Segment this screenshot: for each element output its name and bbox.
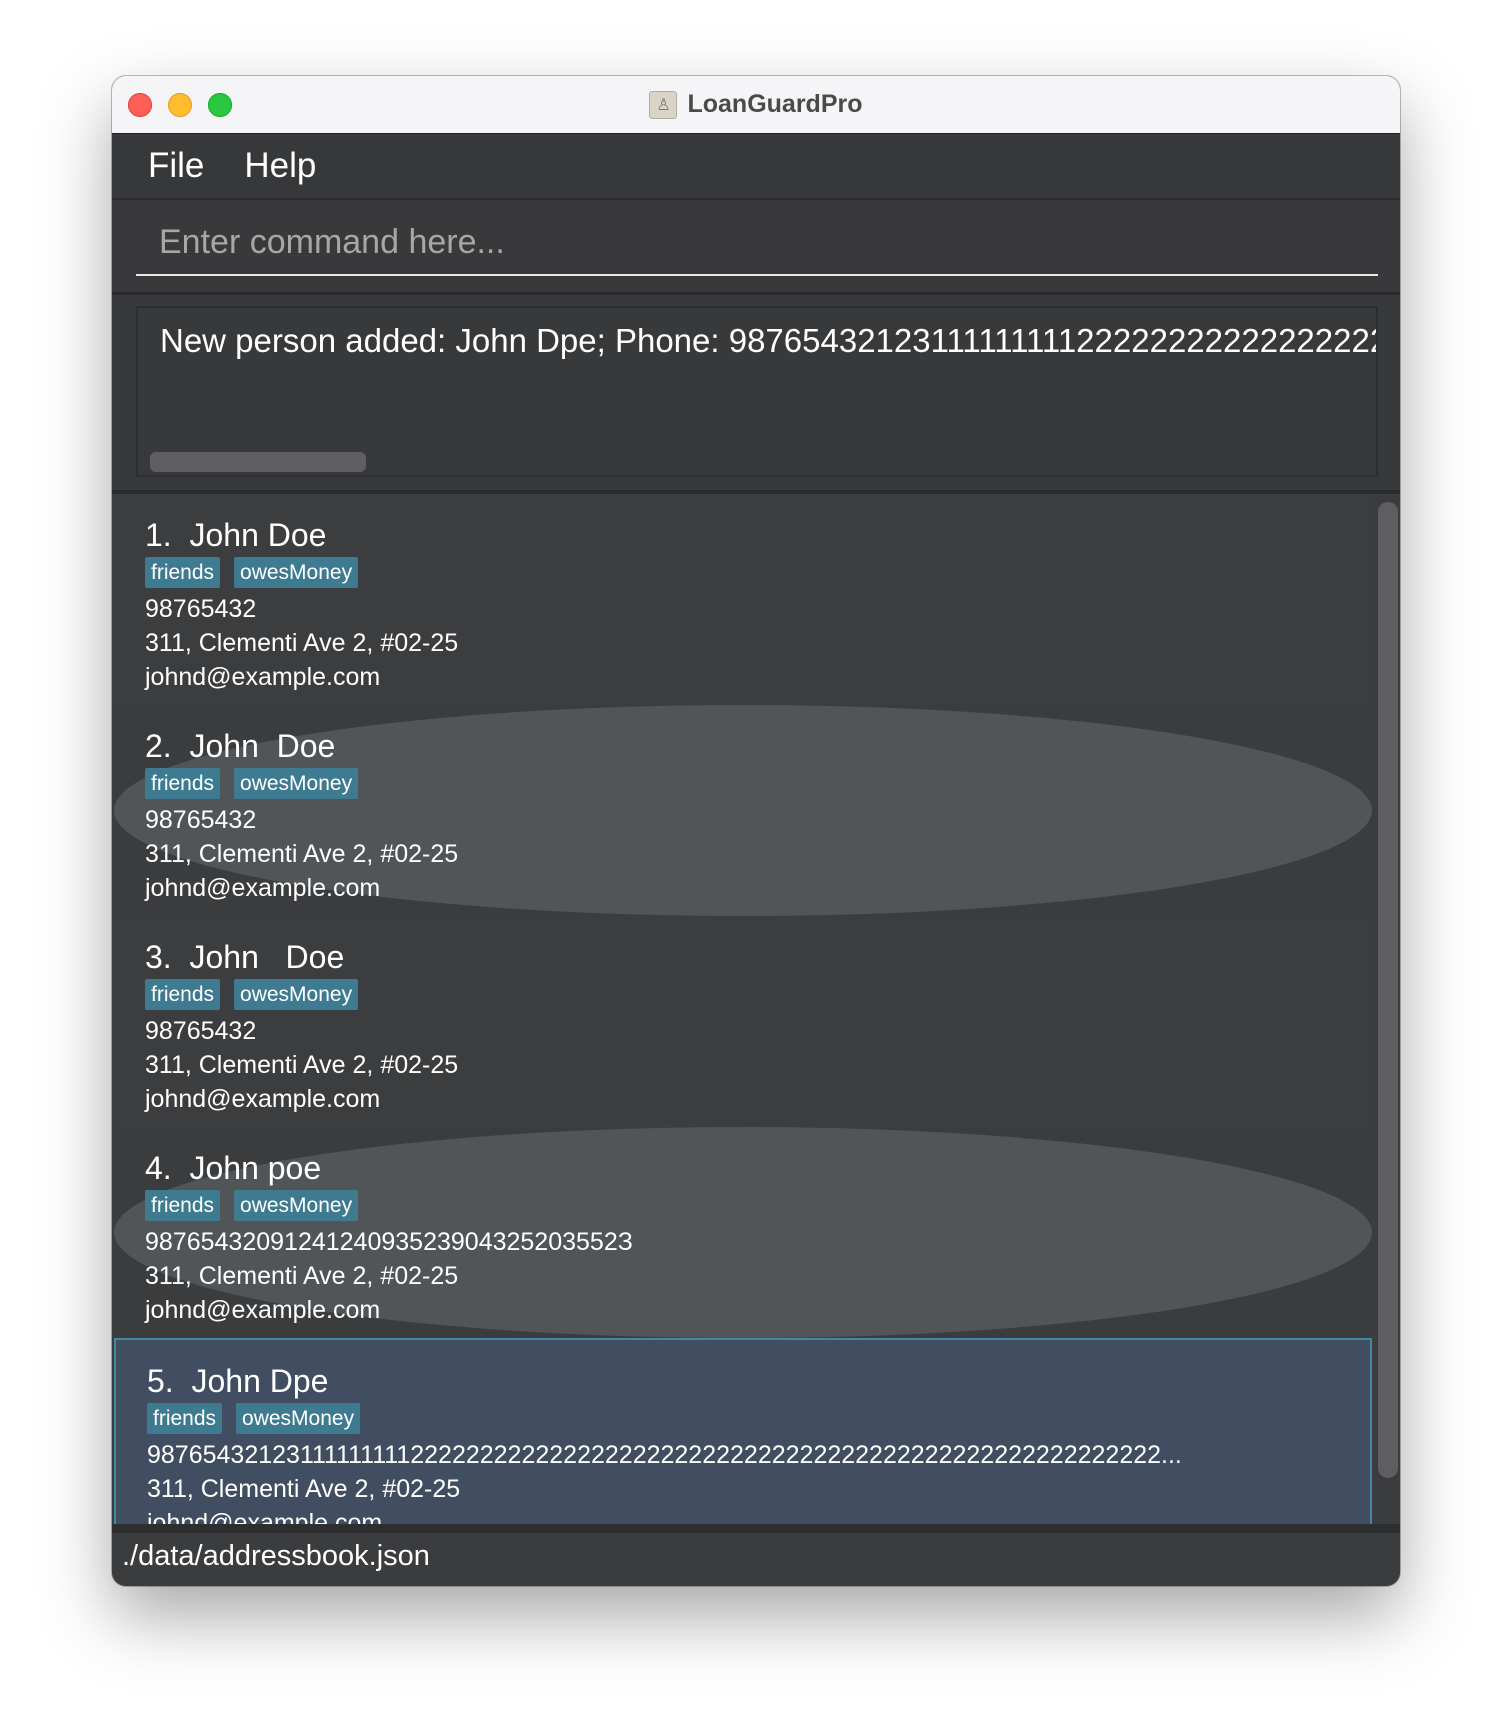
result-text: New person added: John Dpe; Phone: 98765… — [160, 322, 1376, 359]
person-card-5-selected[interactable]: 5. John Dpe friends owesMoney 9876543212… — [114, 1338, 1372, 1524]
person-card-2[interactable]: 2. John Doe friends owesMoney 98765432 3… — [114, 705, 1372, 916]
person-name: 2. John Doe — [145, 728, 336, 764]
tag-friends: friends — [145, 557, 221, 588]
person-name: 4. John poe — [145, 1150, 322, 1186]
tag-friends: friends — [145, 768, 221, 799]
window-title: LoanGuardPro — [687, 90, 863, 118]
tag-owes-money: owesMoney — [234, 979, 359, 1010]
tag-list: friends owesMoney — [145, 979, 1372, 1010]
person-phone: 98765432 — [145, 806, 257, 834]
person-address: 311, Clementi Ave 2, #02-25 — [145, 1051, 459, 1079]
person-card-4[interactable]: 4. John poe friends owesMoney 9876543209… — [114, 1127, 1372, 1338]
tag-list: friends owesMoney — [147, 1403, 1370, 1434]
result-display[interactable]: New person added: John Dpe; Phone: 98765… — [136, 306, 1378, 477]
person-card-3[interactable]: 3. John Doe friends owesMoney 98765432 3… — [114, 916, 1372, 1127]
person-phone: 98765432 — [145, 1017, 257, 1045]
person-email: johnd@example.com — [145, 663, 381, 691]
tag-owes-money: owesMoney — [234, 1190, 359, 1221]
person-list[interactable]: 1. John Doe friends owesMoney 98765432 3… — [114, 494, 1400, 1524]
tag-owes-money: owesMoney — [236, 1403, 361, 1434]
person-card-1[interactable]: 1. John Doe friends owesMoney 98765432 3… — [114, 494, 1372, 705]
title-group: ♙ LoanGuardPro — [112, 76, 1400, 133]
person-phone: 9876543209124124093523904325203552З — [145, 1228, 633, 1256]
person-email: johnd@example.com — [145, 1085, 381, 1113]
result-horizontal-scrollbar[interactable] — [150, 452, 366, 472]
list-scrollbar-thumb[interactable] — [1378, 502, 1398, 1478]
status-file-path: ./data/addressbook.json — [122, 1540, 430, 1572]
menu-help[interactable]: Help — [244, 146, 316, 186]
title-bar[interactable]: ♙ LoanGuardPro — [112, 76, 1400, 134]
tag-list: friends owesMoney — [145, 557, 1372, 588]
menu-bar: File Help — [112, 134, 1400, 200]
menu-file[interactable]: File — [148, 146, 204, 186]
status-bar: ./data/addressbook.json — [112, 1524, 1400, 1586]
tag-friends: friends — [147, 1403, 223, 1434]
person-name: 3. John Doe — [145, 939, 345, 975]
tag-owes-money: owesMoney — [234, 557, 359, 588]
person-address: 311, Clementi Ave 2, #02-25 — [145, 1262, 459, 1290]
tag-friends: friends — [145, 1190, 221, 1221]
person-name: 5. John Dpe — [147, 1363, 329, 1399]
person-name: 1. John Doe — [145, 517, 327, 553]
app-window: ♙ LoanGuardPro File Help New person adde… — [112, 76, 1400, 1586]
list-vertical-scrollbar[interactable] — [1372, 494, 1400, 1524]
person-phone: 98765432 — [145, 595, 257, 623]
person-address: 311, Clementi Ave 2, #02-25 — [147, 1475, 461, 1503]
tag-list: friends owesMoney — [145, 1190, 1372, 1221]
tag-friends: friends — [145, 979, 221, 1010]
result-display-area: New person added: John Dpe; Phone: 98765… — [112, 295, 1400, 494]
tag-owes-money: owesMoney — [234, 768, 359, 799]
person-phone: 9876543212311111111122222222222222222222… — [147, 1441, 1182, 1469]
address-book-icon: ♙ — [649, 90, 678, 119]
person-email: johnd@example.com — [145, 874, 381, 902]
tag-list: friends owesMoney — [145, 768, 1372, 799]
person-email: johnd@example.com — [147, 1509, 383, 1524]
person-email: johnd@example.com — [145, 1296, 381, 1324]
command-input[interactable] — [136, 210, 1378, 276]
command-box-area — [112, 200, 1400, 295]
person-address: 311, Clementi Ave 2, #02-25 — [145, 629, 459, 657]
person-address: 311, Clementi Ave 2, #02-25 — [145, 840, 459, 868]
